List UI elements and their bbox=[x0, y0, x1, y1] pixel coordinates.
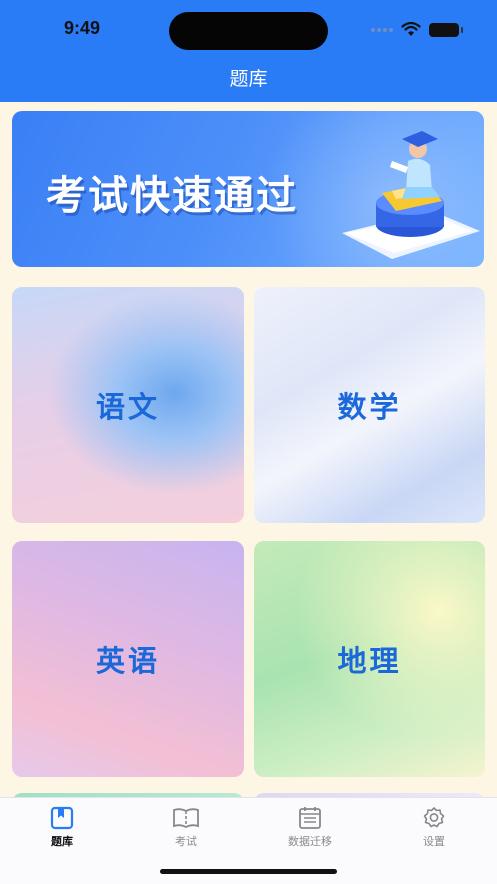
subject-card-geography[interactable]: 地理 bbox=[254, 541, 485, 777]
open-book-icon bbox=[173, 808, 199, 829]
tab-label: 考试 bbox=[175, 835, 197, 848]
page-title: 题库 bbox=[229, 68, 268, 90]
promo-banner[interactable]: 考试快速通过 bbox=[12, 111, 484, 267]
tab-question-bank[interactable]: 题库 bbox=[17, 806, 107, 849]
dynamic-island bbox=[169, 12, 328, 50]
subject-card-chinese[interactable]: 语文 bbox=[12, 287, 244, 523]
gear-icon bbox=[423, 807, 445, 828]
subject-label: 英语 bbox=[95, 644, 160, 678]
subject-card-english[interactable]: 英语 bbox=[12, 541, 244, 777]
cellular-signal-icon bbox=[371, 27, 393, 32]
tab-exam[interactable]: 考试 bbox=[141, 806, 231, 849]
home-indicator bbox=[160, 869, 337, 874]
calendar-list-icon bbox=[299, 807, 321, 829]
subject-card-math[interactable]: 数学 bbox=[254, 287, 485, 523]
tab-label: 题库 bbox=[51, 835, 73, 848]
graduate-reading-illustration bbox=[342, 131, 480, 259]
banner-text: 考试快速通过 bbox=[46, 173, 298, 219]
wifi-icon bbox=[401, 22, 421, 36]
question-bank-icon bbox=[50, 806, 74, 830]
subject-label: 语文 bbox=[95, 390, 160, 424]
status-icons bbox=[371, 22, 463, 37]
tab-settings[interactable]: 设置 bbox=[389, 806, 479, 849]
tab-data-migration[interactable]: 数据迁移 bbox=[265, 806, 355, 849]
tab-label: 数据迁移 bbox=[288, 835, 332, 848]
status-time: 9:49 bbox=[64, 18, 101, 38]
battery-icon bbox=[429, 22, 463, 37]
tab-label: 设置 bbox=[423, 835, 445, 848]
subject-label: 数学 bbox=[337, 390, 402, 424]
top-header: 9:49 题库 bbox=[0, 0, 497, 102]
subject-label: 地理 bbox=[337, 644, 402, 678]
